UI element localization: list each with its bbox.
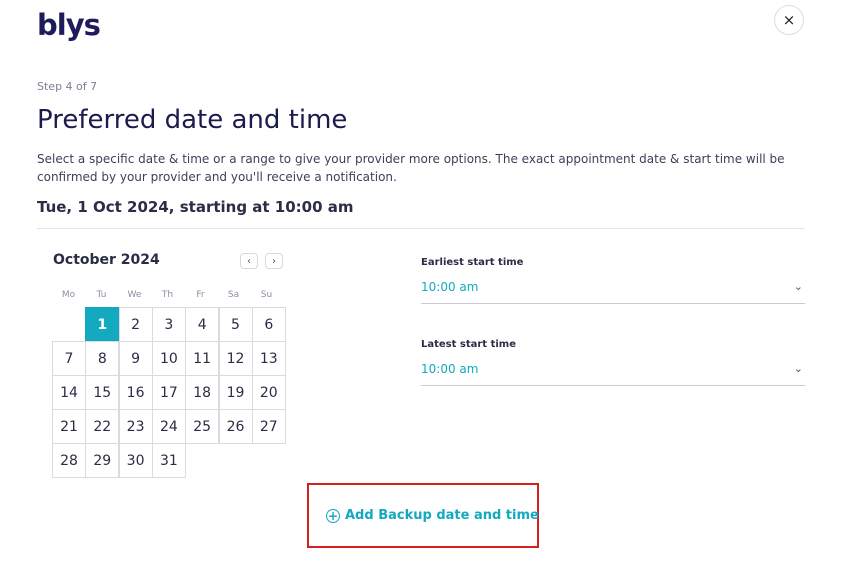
calendar-day[interactable]: 31 [151, 443, 186, 478]
weekday-label: Mo [61, 290, 76, 300]
close-icon: × [782, 11, 796, 29]
page-description: Select a specific date & time or a range… [37, 152, 785, 184]
calendar-day[interactable]: 13 [251, 341, 286, 376]
weekday-label: We [127, 290, 142, 300]
next-month-button[interactable]: › [265, 253, 283, 269]
calendar-day[interactable]: 17 [151, 375, 186, 410]
blys-logo: blys [37, 8, 101, 42]
weekday-label: Tu [96, 290, 107, 300]
page-title: Preferred date and time [37, 105, 348, 135]
calendar-day[interactable]: 27 [251, 409, 286, 444]
calendar-day[interactable]: 7 [52, 341, 86, 376]
calendar-day[interactable]: 1 [85, 307, 120, 342]
calendar-day[interactable]: 4 [185, 307, 220, 342]
calendar-month-label: October 2024 [53, 252, 160, 268]
chevron-down-icon: ⌄ [793, 362, 803, 375]
calendar-day[interactable]: 29 [85, 443, 120, 478]
earliest-start-value: 10:00 am [421, 280, 479, 294]
calendar-day[interactable]: 26 [218, 409, 253, 444]
chevron-left-icon: ‹ [247, 255, 251, 267]
latest-start-label: Latest start time [421, 339, 516, 350]
chevron-down-icon: ⌄ [793, 280, 803, 293]
calendar-day[interactable]: 30 [118, 443, 153, 478]
weekday-label: Th [161, 290, 174, 300]
calendar-day[interactable]: 12 [218, 341, 253, 376]
calendar-day[interactable]: 2 [118, 307, 153, 342]
calendar-grid: 1 2 3 4 5 6 7 8 9 10 11 12 13 14 15 16 17 18 19 20 21 22 23 24 2… [52, 307, 286, 478]
weekday-label: Fr [196, 290, 205, 300]
calendar-day[interactable]: 6 [251, 307, 286, 342]
calendar-day[interactable]: 9 [118, 341, 153, 376]
calendar-day[interactable]: 3 [151, 307, 186, 342]
calendar-day[interactable]: 25 [185, 409, 220, 444]
calendar-day[interactable]: 5 [218, 307, 253, 342]
weekday-label: Su [260, 290, 273, 300]
calendar-day[interactable]: 21 [52, 409, 86, 444]
calendar-day[interactable]: 19 [218, 375, 253, 410]
calendar-day[interactable]: 10 [151, 341, 186, 376]
calendar-day[interactable]: 14 [52, 375, 86, 410]
calendar-day[interactable]: 22 [85, 409, 120, 444]
calendar-day[interactable]: 18 [185, 375, 220, 410]
divider [37, 228, 805, 229]
calendar-day[interactable]: 15 [85, 375, 120, 410]
earliest-start-select[interactable]: 10:00 am ⌄ [421, 280, 805, 304]
selected-datetime-summary: Tue, 1 Oct 2024, starting at 10:00 am [37, 198, 354, 216]
calendar-day[interactable]: 20 [251, 375, 286, 410]
weekday-label: Sa [227, 290, 240, 300]
latest-start-value: 10:00 am [421, 362, 479, 376]
calendar-day[interactable]: 23 [118, 409, 153, 444]
weekday-header: Mo Tu We Th Fr Sa Su [52, 290, 283, 300]
latest-start-select[interactable]: 10:00 am ⌄ [421, 362, 805, 386]
earliest-start-label: Earliest start time [421, 257, 524, 268]
prev-month-button[interactable]: ‹ [240, 253, 258, 269]
calendar-day[interactable]: 16 [118, 375, 153, 410]
calendar-day[interactable]: 28 [52, 443, 86, 478]
calendar-day[interactable]: 8 [85, 341, 120, 376]
step-indicator: Step 4 of 7 [37, 80, 98, 93]
add-backup-label: Add Backup date and time [345, 508, 539, 523]
plus-circle-icon: + [326, 508, 340, 523]
add-backup-button[interactable]: + Add Backup date and time [326, 508, 539, 523]
close-button[interactable]: × [774, 5, 804, 35]
chevron-right-icon: › [272, 255, 276, 267]
calendar-day[interactable]: 24 [151, 409, 186, 444]
calendar-day[interactable]: 11 [185, 341, 220, 376]
